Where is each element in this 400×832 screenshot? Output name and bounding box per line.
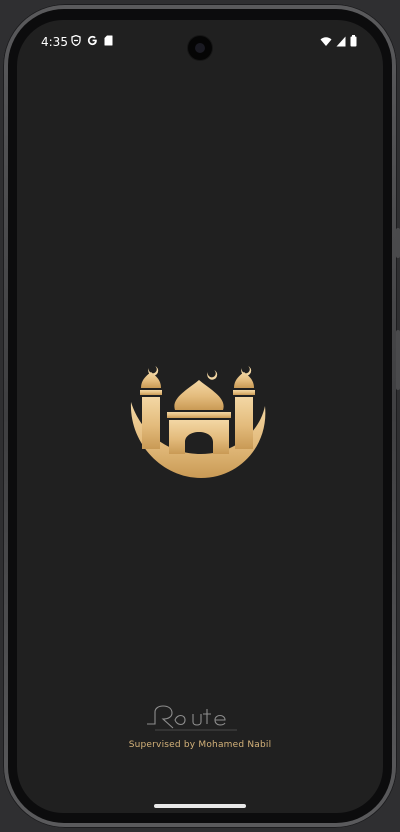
battery-icon	[350, 35, 357, 47]
splash-footer: Supervised by Mohamed Nabil	[17, 700, 383, 750]
route-brand-logo	[147, 705, 237, 731]
google-icon	[87, 35, 97, 46]
camera-cutout	[188, 36, 212, 60]
status-time: 4:35	[41, 35, 68, 49]
volume-up-button	[396, 228, 400, 258]
power-button	[396, 330, 400, 390]
status-right-icons	[320, 35, 357, 47]
home-indicator[interactable]	[154, 804, 246, 808]
shield-icon	[71, 35, 81, 46]
app-screen: 4:35 Supervised by Mohamed Nabil	[17, 20, 383, 813]
sd-card-icon	[104, 35, 113, 46]
supervised-by-text: Supervised by Mohamed Nabil	[128, 740, 272, 750]
camera-lens	[195, 43, 205, 53]
signal-icon	[336, 36, 346, 46]
status-left-icons	[71, 35, 113, 46]
splash-logo	[127, 350, 273, 480]
mosque-crescent-icon	[130, 366, 266, 478]
device-frame: 4:35 Supervised by Mohamed Nabil	[0, 0, 400, 832]
wifi-icon	[320, 36, 332, 46]
